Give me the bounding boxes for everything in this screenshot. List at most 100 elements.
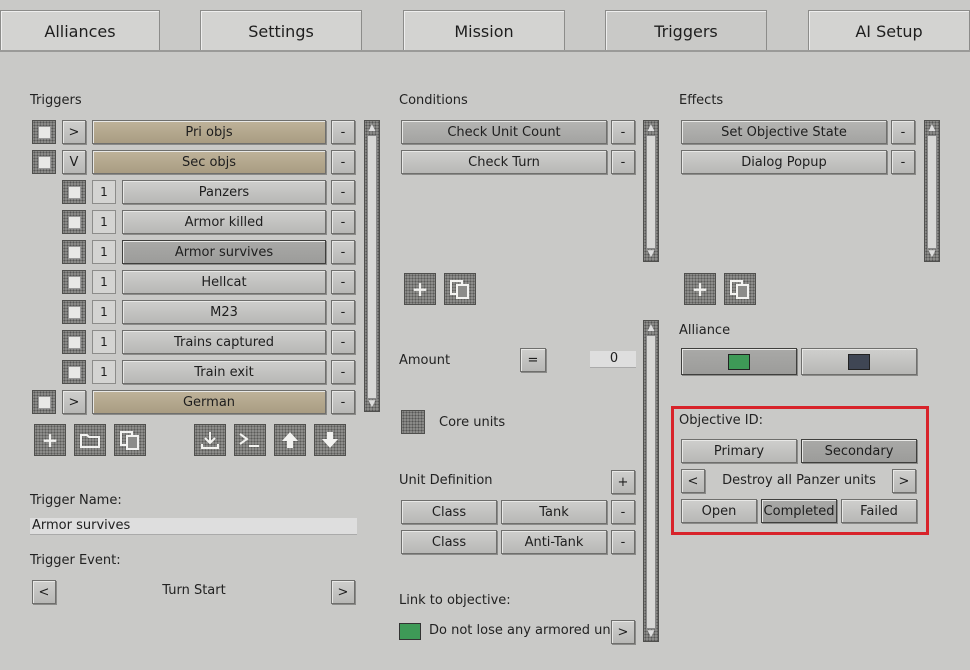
folder-button[interactable]	[74, 424, 106, 456]
trigger-remove-button[interactable]: -	[331, 390, 355, 414]
unit-def-remove-button[interactable]: -	[611, 530, 635, 554]
condition-details-scrollbar[interactable]: ▲ ▼	[643, 320, 659, 642]
trigger-remove-button[interactable]: -	[331, 210, 355, 234]
trigger-remove-button[interactable]: -	[331, 270, 355, 294]
folder-icon	[80, 434, 100, 448]
trigger-item[interactable]: Armor survives	[122, 240, 326, 264]
tab-alliances[interactable]: Alliances	[0, 10, 160, 51]
unit-def-value-button[interactable]: Tank	[501, 500, 607, 524]
scroll-thumb[interactable]	[646, 335, 656, 629]
trigger-expand-button[interactable]: >	[62, 390, 86, 414]
trigger-checkbox[interactable]	[32, 150, 56, 174]
trigger-remove-button[interactable]: -	[331, 360, 355, 384]
effect-item[interactable]: Dialog Popup	[681, 150, 887, 174]
trigger-event-prev-button[interactable]: <	[32, 580, 56, 604]
unit-definition-add-button[interactable]: +	[611, 470, 635, 494]
add-effect-button[interactable]: +	[684, 273, 716, 305]
trigger-item[interactable]: Trains captured	[122, 330, 326, 354]
condition-item[interactable]: Check Turn	[401, 150, 607, 174]
move-up-button[interactable]	[274, 424, 306, 456]
trigger-checkbox[interactable]	[62, 180, 86, 204]
scroll-up-icon[interactable]: ▲	[366, 123, 378, 133]
trigger-item[interactable]: Train exit	[122, 360, 326, 384]
trigger-item[interactable]: Armor killed	[122, 210, 326, 234]
scroll-down-icon[interactable]: ▼	[645, 249, 657, 259]
condition-remove-button[interactable]: -	[611, 120, 635, 144]
condition-item[interactable]: Check Unit Count	[401, 120, 607, 144]
conditions-title: Conditions	[399, 93, 468, 108]
tab-ai-setup[interactable]: AI Setup	[808, 10, 970, 51]
alliance-option-green[interactable]	[681, 348, 797, 375]
trigger-checkbox[interactable]	[62, 240, 86, 264]
unit-def-key-button[interactable]: Class	[401, 530, 497, 554]
trigger-event-next-button[interactable]: >	[331, 580, 355, 604]
import-button[interactable]	[194, 424, 226, 456]
condition-remove-button[interactable]: -	[611, 150, 635, 174]
copy-condition-button[interactable]	[444, 273, 476, 305]
unit-def-value-button[interactable]: Anti-Tank	[501, 530, 607, 554]
trigger-remove-button[interactable]: -	[331, 240, 355, 264]
trigger-item[interactable]: Panzers	[122, 180, 326, 204]
trigger-remove-button[interactable]: -	[331, 180, 355, 204]
trigger-remove-button[interactable]: -	[331, 120, 355, 144]
scroll-down-icon[interactable]: ▼	[366, 399, 378, 409]
amount-operator-button[interactable]: =	[520, 348, 546, 372]
copy-button[interactable]	[114, 424, 146, 456]
triggers-scrollbar[interactable]: ▲ ▼	[364, 120, 380, 412]
tab-mission[interactable]: Mission	[403, 10, 565, 51]
trigger-checkbox[interactable]	[32, 390, 56, 414]
trigger-item[interactable]: Sec objs	[92, 150, 326, 174]
scroll-down-icon[interactable]: ▼	[645, 629, 657, 639]
scroll-thumb[interactable]	[367, 135, 377, 399]
trigger-expand-button[interactable]: V	[62, 150, 86, 174]
scroll-up-icon[interactable]: ▲	[645, 323, 657, 333]
scroll-down-icon[interactable]: ▼	[926, 249, 938, 259]
alliance-color-swatch	[728, 353, 750, 370]
trigger-checkbox[interactable]	[62, 300, 86, 324]
tab-settings[interactable]: Settings	[200, 10, 362, 51]
move-down-button[interactable]	[314, 424, 346, 456]
trigger-checkbox[interactable]	[62, 210, 86, 234]
scroll-up-icon[interactable]: ▲	[645, 123, 657, 133]
effect-remove-button[interactable]: -	[891, 150, 915, 174]
link-objective-next-button[interactable]: >	[611, 620, 635, 644]
scroll-up-icon[interactable]: ▲	[926, 123, 938, 133]
conditions-scrollbar[interactable]: ▲ ▼	[643, 120, 659, 262]
trigger-checkbox[interactable]	[62, 330, 86, 354]
effect-remove-button[interactable]: -	[891, 120, 915, 144]
trigger-item[interactable]: M23	[122, 300, 326, 324]
triggers-title: Triggers	[30, 93, 82, 108]
trigger-expand-button[interactable]: >	[62, 120, 86, 144]
objective-state-completed[interactable]: Completed	[761, 499, 837, 523]
trigger-checkbox[interactable]	[62, 360, 86, 384]
unit-def-key-button[interactable]: Class	[401, 500, 497, 524]
trigger-checkbox[interactable]	[32, 120, 56, 144]
trigger-item[interactable]: German	[92, 390, 326, 414]
trigger-remove-button[interactable]: -	[331, 330, 355, 354]
trigger-remove-button[interactable]: -	[331, 150, 355, 174]
amount-input[interactable]: 0	[590, 351, 636, 368]
trigger-name-input[interactable]: Armor survives	[30, 518, 357, 535]
trigger-remove-button[interactable]: -	[331, 300, 355, 324]
trigger-checkbox[interactable]	[62, 270, 86, 294]
copy-effect-button[interactable]	[724, 273, 756, 305]
scroll-thumb[interactable]	[927, 135, 937, 249]
objective-next-button[interactable]: >	[892, 469, 916, 493]
script-button[interactable]	[234, 424, 266, 456]
scroll-thumb[interactable]	[646, 135, 656, 249]
effects-scrollbar[interactable]: ▲ ▼	[924, 120, 940, 262]
unit-def-remove-button[interactable]: -	[611, 500, 635, 524]
objective-type-secondary[interactable]: Secondary	[801, 439, 917, 463]
add-condition-button[interactable]: +	[404, 273, 436, 305]
trigger-item[interactable]: Pri objs	[92, 120, 326, 144]
objective-state-failed[interactable]: Failed	[841, 499, 917, 523]
effect-item[interactable]: Set Objective State	[681, 120, 887, 144]
alliance-option-dark[interactable]	[801, 348, 917, 375]
tab-triggers[interactable]: Triggers	[605, 10, 767, 52]
objective-prev-button[interactable]: <	[681, 469, 705, 493]
objective-state-open[interactable]: Open	[681, 499, 757, 523]
objective-type-primary[interactable]: Primary	[681, 439, 797, 463]
core-units-checkbox[interactable]	[401, 410, 425, 434]
trigger-item[interactable]: Hellcat	[122, 270, 326, 294]
add-trigger-button[interactable]: +	[34, 424, 66, 456]
